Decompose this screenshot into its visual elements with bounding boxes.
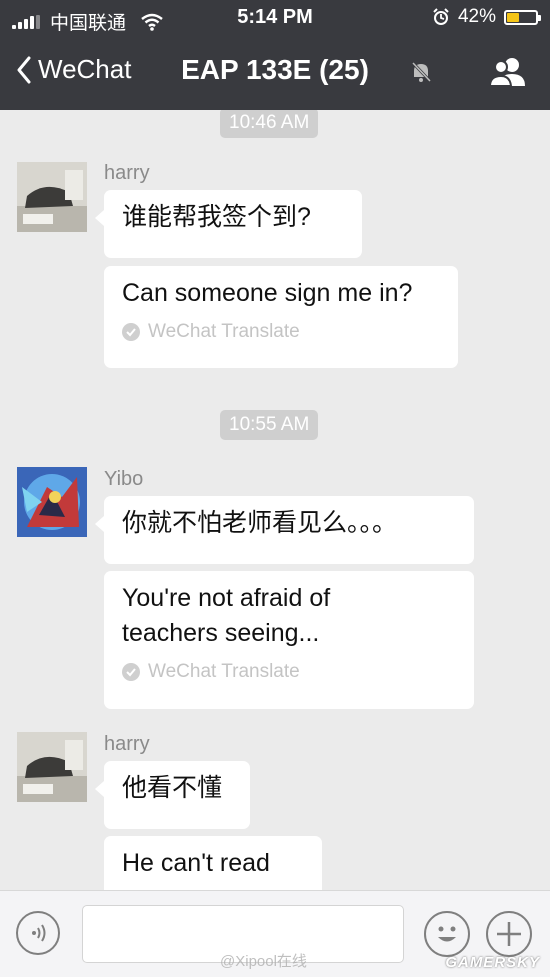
voice-button[interactable] (16, 911, 60, 955)
message-text: 你就不怕老师看见么。。。 (122, 509, 398, 537)
translation-text: Can someone sign me in? (122, 279, 413, 307)
emoji-icon (438, 926, 456, 942)
translate-label: WeChat Translate (122, 321, 440, 343)
translation-bubble[interactable]: You're not afraid of teachers seeing... … (104, 571, 474, 709)
avatar[interactable] (17, 162, 87, 232)
emoji-button[interactable] (424, 911, 470, 957)
translate-label: WeChat Translate (122, 661, 456, 683)
group-members-icon[interactable] (488, 56, 528, 88)
message-bubble[interactable]: 谁能帮我签个到? (95, 190, 362, 258)
status-bar: 中国联通 5:14 PM 42% (0, 0, 550, 36)
battery-area: 42% (432, 6, 541, 28)
translation-text-line: You're not afraid of (122, 584, 331, 612)
alarm-icon (433, 8, 449, 25)
check-circle-icon (122, 663, 140, 681)
translation-text-line: teachers seeing... (122, 619, 320, 647)
plus-icon (497, 922, 521, 946)
battery-fill (507, 12, 519, 22)
battery-icon (504, 9, 541, 25)
site-watermark: GAMERSKY (445, 954, 540, 971)
translation-bubble[interactable]: Can someone sign me in? WeChat Translate (104, 266, 458, 368)
avatar[interactable] (17, 732, 87, 802)
more-button[interactable] (486, 911, 532, 957)
nav-bar: WeChat EAP 133E (25) (0, 46, 550, 102)
battery-percent: 42% (457, 6, 496, 27)
top-bar: 中国联通 5:14 PM 42% WeChat EAP 133E (25) (0, 0, 550, 110)
translation-bubble[interactable]: He can't read (104, 836, 322, 890)
voice-icon (32, 924, 46, 942)
sender-name: harry (104, 733, 150, 755)
check-circle-icon (122, 323, 140, 341)
timestamp: 10:46 AM (220, 110, 319, 138)
sender-name: Yibo (104, 468, 144, 490)
message-bubble[interactable]: 他看不懂 (95, 761, 250, 829)
chat-area[interactable]: 10:46 AM harry 谁能帮我签个到? Can someone sign… (0, 110, 550, 890)
chat-title: EAP 133E (25) (181, 54, 369, 85)
timestamp: 10:55 AM (220, 410, 319, 440)
message-text: 谁能帮我签个到? (122, 203, 311, 231)
message-text: 他看不懂 (122, 774, 223, 802)
sender-name: harry (104, 162, 150, 184)
avatar[interactable] (17, 467, 87, 537)
message-bubble[interactable]: 你就不怕老师看见么。。。 (95, 496, 474, 564)
mute-bell-icon (411, 61, 432, 83)
translation-text: He can't read (122, 849, 270, 877)
weibo-watermark: @Xipool在线 (220, 953, 307, 970)
